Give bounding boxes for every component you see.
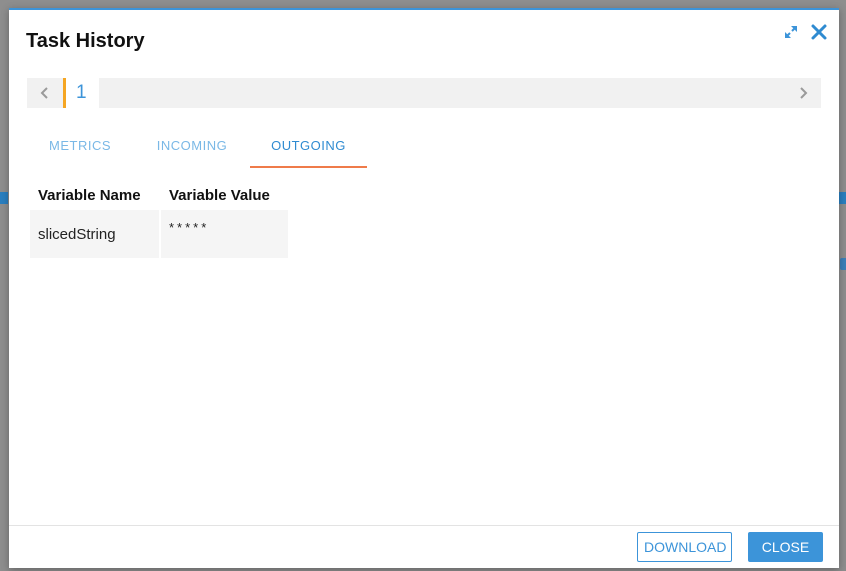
page-number[interactable]: 1	[63, 78, 99, 108]
variable-name-cell: slicedString	[30, 210, 159, 258]
history-pager: 1	[27, 78, 821, 108]
download-button[interactable]: DOWNLOAD	[637, 532, 732, 562]
task-history-dialog: Task History 1 METRICS INCOMING OUTGOING…	[9, 8, 839, 568]
variables-table: Variable Name Variable Value slicedStrin…	[28, 180, 290, 260]
tab-metrics[interactable]: METRICS	[27, 130, 133, 168]
background-page-accent	[0, 192, 8, 204]
table-row: slicedString *****	[30, 210, 288, 258]
tab-outgoing[interactable]: OUTGOING	[250, 130, 367, 168]
expand-icon[interactable]	[781, 22, 801, 42]
background-page-chip	[840, 258, 846, 270]
close-icon[interactable]	[809, 22, 829, 42]
dialog-footer: DOWNLOAD CLOSE	[9, 525, 839, 568]
table-header-row: Variable Name Variable Value	[30, 182, 288, 208]
dialog-title: Task History	[26, 30, 145, 52]
chevron-left-icon[interactable]	[33, 78, 57, 108]
close-button[interactable]: CLOSE	[748, 532, 823, 562]
tab-incoming[interactable]: INCOMING	[139, 130, 245, 168]
column-header-variable-value: Variable Value	[169, 186, 270, 204]
variable-value-cell: *****	[161, 210, 288, 258]
background-page-accent	[838, 192, 846, 204]
chevron-right-icon[interactable]	[791, 78, 815, 108]
column-header-variable-name: Variable Name	[38, 186, 141, 204]
